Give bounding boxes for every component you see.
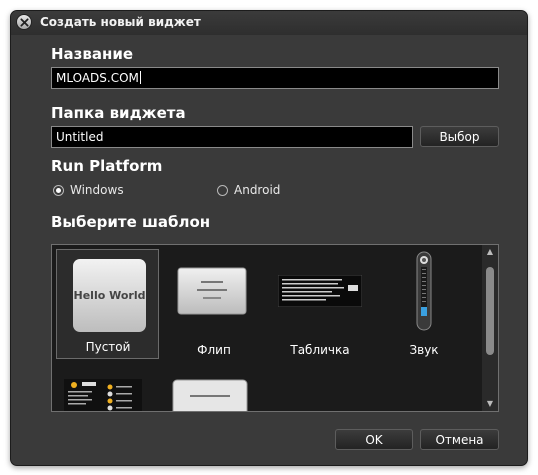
radio-android-label: Android [234, 183, 281, 197]
template-item-weather[interactable] [64, 379, 144, 411]
folder-label: Папка виджета [51, 104, 186, 122]
weather-preview-icon [64, 379, 142, 411]
template-item-sound[interactable]: Звук [374, 249, 474, 359]
radio-windows-label: Windows [70, 183, 124, 197]
radio-unselected-icon [217, 184, 228, 196]
radio-windows[interactable]: Windows [53, 183, 124, 197]
window-title: Создать новый виджет [40, 15, 201, 29]
widget-folder-input[interactable]: Untitled [51, 126, 413, 148]
name-label: Название [51, 45, 134, 63]
widget-name-input[interactable]: MLOADS.COM [51, 67, 499, 89]
table-preview-icon [278, 275, 362, 307]
sound-preview-icon [416, 251, 432, 331]
radio-android[interactable]: Android [217, 183, 280, 197]
template-item-table[interactable]: Табличка [270, 249, 370, 359]
widget-folder-value: Untitled [56, 130, 104, 144]
scroll-down-icon[interactable]: ▼ [485, 399, 495, 409]
browse-button[interactable]: Выбор [420, 126, 499, 147]
scroll-up-icon[interactable]: ▲ [485, 247, 495, 257]
template-item-card[interactable] [172, 379, 248, 411]
text-caret [139, 71, 141, 84]
template-label: Выберите шаблон [51, 213, 211, 231]
template-sound-label: Звук [409, 343, 439, 357]
radio-selected-icon [53, 184, 64, 196]
template-list[interactable]: Hello World Пустой Флип Табличка Звук ▲ … [51, 244, 499, 412]
template-item-empty[interactable]: Hello World Пустой [56, 249, 159, 359]
close-button[interactable] [16, 14, 32, 30]
title-bar: Создать новый виджет [11, 11, 527, 35]
create-widget-dialog: Создать новый виджет Название MLOADS.COM… [10, 10, 528, 466]
run-platform-label: Run Platform [51, 157, 163, 175]
template-table-label: Табличка [290, 343, 350, 357]
hello-world-preview: Hello World [73, 259, 146, 332]
flip-preview-icon [177, 267, 247, 315]
widget-name-value: MLOADS.COM [56, 71, 139, 85]
cancel-button[interactable]: Отмена [420, 429, 499, 450]
close-icon [19, 17, 29, 27]
template-empty-label: Пустой [85, 340, 131, 354]
template-flip-label: Флип [197, 343, 231, 357]
template-scrollbar[interactable]: ▲ ▼ [482, 245, 498, 411]
card-preview-icon [172, 379, 248, 411]
scrollbar-thumb[interactable] [486, 267, 494, 355]
template-item-flip[interactable]: Флип [164, 249, 264, 359]
ok-button[interactable]: OK [335, 429, 413, 450]
